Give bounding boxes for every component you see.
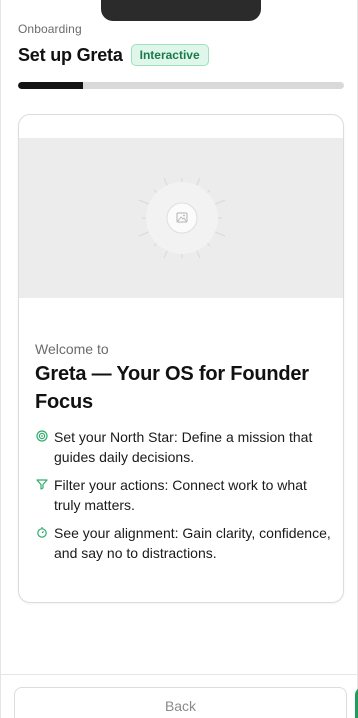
feature-text: Set your North Star: Define a mission th… (54, 429, 313, 465)
progress-fill (18, 82, 84, 89)
footer-divider (1, 674, 358, 675)
feature-item: See your alignment: Gain clarity, confid… (35, 523, 335, 563)
welcome-text: Welcome to (35, 341, 109, 357)
eyebrow-label: Onboarding (18, 22, 82, 36)
welcome-card: Welcome to Greta — Your OS for Founder F… (18, 114, 344, 603)
page-title: Set up Greta (18, 44, 123, 65)
target-icon (35, 430, 49, 444)
compass-icon (35, 526, 49, 540)
hero-image-placeholder (19, 138, 343, 298)
feature-list: Set your North Star: Define a mission th… (35, 427, 335, 571)
onboarding-screen: Onboarding Set up Greta Interactive Welc… (0, 0, 358, 718)
status-badge: Interactive (130, 44, 209, 66)
feature-text: Filter your actions: Connect work to wha… (54, 477, 307, 513)
filter-icon (35, 478, 49, 492)
image-placeholder-icon (138, 177, 226, 259)
card-headline: Greta — Your OS for Founder Focus (35, 363, 309, 413)
back-button[interactable]: Back (14, 687, 347, 718)
device-notch (101, 0, 261, 21)
title-row: Set up Greta Interactive (18, 44, 209, 66)
feature-item: Filter your actions: Connect work to wha… (35, 475, 335, 515)
progress-bar (18, 82, 344, 89)
feature-text: See your alignment: Gain clarity, confid… (54, 525, 331, 561)
feature-item: Set your North Star: Define a mission th… (35, 427, 335, 467)
